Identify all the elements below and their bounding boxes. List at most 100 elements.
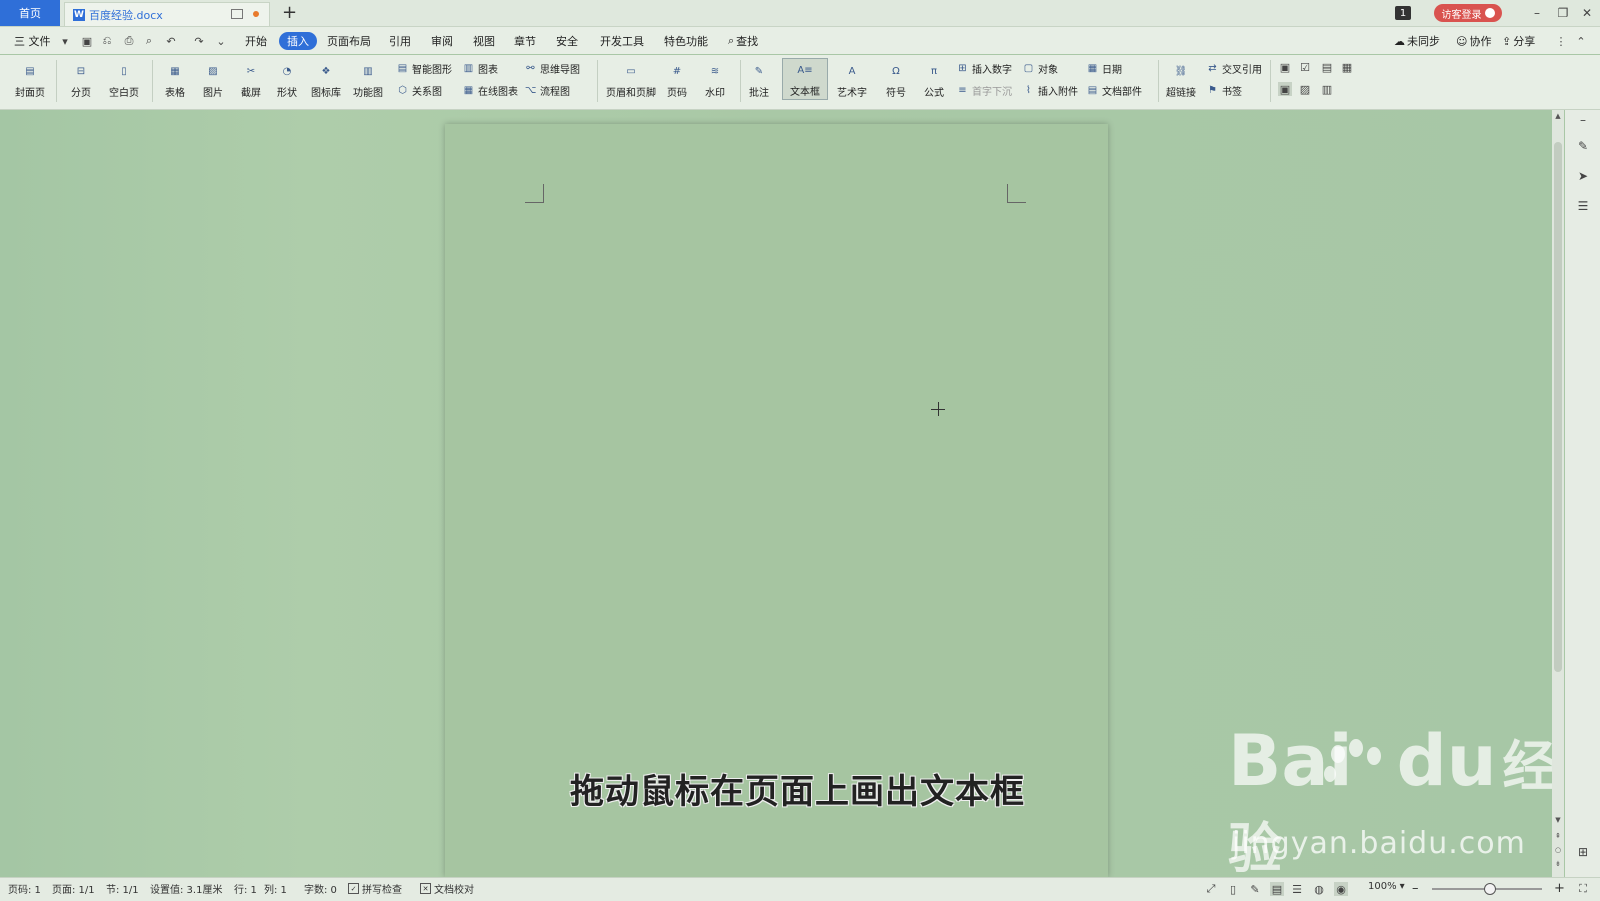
doc-proofread-toggle[interactable]: ✕ 文档校对	[420, 881, 474, 896]
scroll-down-icon[interactable]: ▼	[1554, 816, 1562, 824]
object-button[interactable]: ▢ 对象	[1022, 60, 1058, 76]
hyperlink-button[interactable]: ⛓ 超链接	[1164, 60, 1198, 100]
web-view-icon[interactable]: ◍	[1312, 882, 1326, 896]
chevron-down-icon[interactable]: ▾	[58, 34, 72, 48]
guest-login-button[interactable]: 访客登录	[1434, 4, 1502, 22]
formula-button[interactable]: π 公式	[918, 60, 950, 100]
collapse-ribbon-icon[interactable]: ⌃	[1574, 34, 1588, 48]
next-page-icon[interactable]: ⇟	[1554, 860, 1562, 868]
online-chart-button[interactable]: ▦ 在线图表	[462, 82, 518, 98]
scroll-up-icon[interactable]: ▲	[1554, 112, 1562, 120]
home-tab[interactable]: 首页	[0, 0, 60, 26]
save-icon[interactable]: ▣	[80, 34, 94, 48]
date-control-icon[interactable]: ▥	[1320, 82, 1334, 96]
file-menu[interactable]: 三 文件	[14, 32, 51, 50]
zoom-level-dropdown[interactable]: 100% ▾	[1368, 881, 1405, 892]
fit-window-icon[interactable]: ⛶	[1576, 882, 1590, 896]
menu-review[interactable]: 审阅	[431, 32, 453, 50]
undo-history-icon[interactable]: ⎌	[100, 34, 114, 48]
zoom-in-button[interactable]: +	[1554, 881, 1565, 896]
menu-view[interactable]: 视图	[473, 32, 495, 50]
outline-view-icon[interactable]: ☰	[1290, 882, 1304, 896]
write-mode-icon[interactable]: ✎	[1248, 882, 1262, 896]
undo-icon[interactable]: ↶	[164, 34, 178, 48]
fullscreen-icon[interactable]: ⤢	[1204, 882, 1218, 896]
print-icon[interactable]: ⎙	[122, 34, 136, 48]
pen-icon[interactable]: ✎	[1575, 138, 1591, 154]
customize-toolbar-icon[interactable]: ⌄	[214, 34, 228, 48]
print-preview-icon[interactable]: ⌕	[142, 34, 156, 48]
menu-page-layout[interactable]: 页面布局	[327, 32, 371, 50]
icon-library-button[interactable]: ❖ 图标库	[308, 60, 344, 100]
wordart-button[interactable]: A 艺术字	[832, 60, 872, 100]
status-column[interactable]: 列: 1	[264, 881, 287, 896]
zoom-slider-handle[interactable]	[1484, 883, 1496, 895]
smart-shape-button[interactable]: ▤ 智能图形	[396, 60, 452, 76]
minimize-button[interactable]: –	[1528, 4, 1546, 22]
function-chart-button[interactable]: ▥ 功能图	[348, 60, 388, 100]
picture-control-icon[interactable]: ▨	[1298, 82, 1312, 96]
menu-home[interactable]: 开始	[245, 32, 267, 50]
share-button[interactable]: ⇪ 分享	[1502, 32, 1535, 50]
status-row[interactable]: 行: 1	[234, 881, 257, 896]
sync-status[interactable]: ☁ 未同步	[1394, 32, 1440, 50]
panel-collapse-icon[interactable]: –	[1575, 112, 1591, 128]
status-setting-value[interactable]: 设置值: 3.1厘米	[150, 881, 222, 896]
page-number-button[interactable]: # 页码	[660, 60, 694, 100]
menu-insert[interactable]: 插入	[279, 32, 317, 50]
new-tab-button[interactable]: +	[282, 2, 297, 24]
scroll-thumb[interactable]	[1554, 142, 1562, 672]
dropcap-button[interactable]: ≡ 首字下沉	[956, 82, 1012, 98]
insert-number-button[interactable]: ⊞ 插入数字	[956, 60, 1012, 76]
grid-apps-icon[interactable]: ⊞	[1575, 844, 1591, 860]
menu-special-features[interactable]: 特色功能	[664, 32, 708, 50]
more-options-icon[interactable]: ⋮	[1554, 34, 1568, 48]
cross-reference-button[interactable]: ⇄ 交叉引用	[1206, 60, 1262, 76]
document-tab[interactable]: W 百度经验.docx	[64, 2, 270, 26]
menu-security[interactable]: 安全	[556, 32, 578, 50]
close-window-button[interactable]: ✕	[1578, 4, 1596, 22]
comment-button[interactable]: ✎ 批注	[744, 60, 774, 100]
prev-page-icon[interactable]: ⇞	[1554, 832, 1562, 840]
redo-icon[interactable]: ↷	[192, 34, 206, 48]
blank-page-button[interactable]: ▯ 空白页	[102, 60, 146, 100]
menu-references[interactable]: 引用	[389, 32, 411, 50]
table-button[interactable]: ▦ 表格	[158, 60, 192, 100]
textbox-button[interactable]: A≡ 文本框	[782, 58, 828, 100]
header-footer-button[interactable]: ▭ 页眉和页脚	[604, 60, 658, 100]
combo-control-icon[interactable]: ▦	[1340, 60, 1354, 74]
doc-parts-button[interactable]: ▤ 文档部件	[1086, 82, 1142, 98]
monitor-icon[interactable]	[231, 9, 243, 19]
menu-dev-tools[interactable]: 开发工具	[600, 32, 644, 50]
symbol-button[interactable]: Ω 符号	[880, 60, 912, 100]
relation-chart-button[interactable]: ⬡ 关系图	[396, 82, 442, 98]
pointer-icon[interactable]: ➤	[1575, 168, 1591, 184]
select-browse-icon[interactable]: ○	[1554, 846, 1562, 854]
screenshot-button[interactable]: ✂ 截屏	[234, 60, 268, 100]
status-section[interactable]: 节: 1/1	[106, 881, 139, 896]
design-mode-icon[interactable]: ▣	[1278, 82, 1292, 96]
cover-page-button[interactable]: ▤ 封面页	[10, 60, 50, 100]
bookmark-button[interactable]: ⚑ 书签	[1206, 82, 1242, 98]
restore-button[interactable]: ❐	[1554, 4, 1572, 22]
insert-attachment-button[interactable]: ⌇ 插入附件	[1022, 82, 1078, 98]
chart-button[interactable]: ▥ 图表	[462, 60, 498, 76]
flowchart-button[interactable]: ⌥ 流程图	[524, 82, 570, 98]
watermark-button[interactable]: ≋ 水印	[698, 60, 732, 100]
status-word-count[interactable]: 字数: 0	[304, 881, 337, 896]
menu-chapter[interactable]: 章节	[514, 32, 536, 50]
text-control-icon[interactable]: ▤	[1320, 60, 1334, 74]
collaborate-button[interactable]: ☺ 协作	[1456, 32, 1491, 50]
vertical-scrollbar[interactable]: ▲ ▼ ⇞ ○ ⇟	[1552, 110, 1564, 877]
reading-mode-icon[interactable]: ▯	[1226, 882, 1240, 896]
checkbox-control-icon[interactable]: ☑	[1298, 60, 1312, 74]
page-view-icon[interactable]: ▤	[1270, 882, 1284, 896]
date-button[interactable]: ▦ 日期	[1086, 60, 1122, 76]
picture-button[interactable]: ▨ 图片	[196, 60, 230, 100]
eye-protection-icon[interactable]: ◉	[1334, 882, 1348, 896]
search-button[interactable]: ⌕ 查找	[728, 32, 758, 50]
page-break-button[interactable]: ⊟ 分页	[64, 60, 98, 100]
mindmap-button[interactable]: ⚯ 思维导图	[524, 60, 580, 76]
status-pages[interactable]: 页面: 1/1	[52, 881, 95, 896]
status-page-number[interactable]: 页码: 1	[8, 881, 41, 896]
